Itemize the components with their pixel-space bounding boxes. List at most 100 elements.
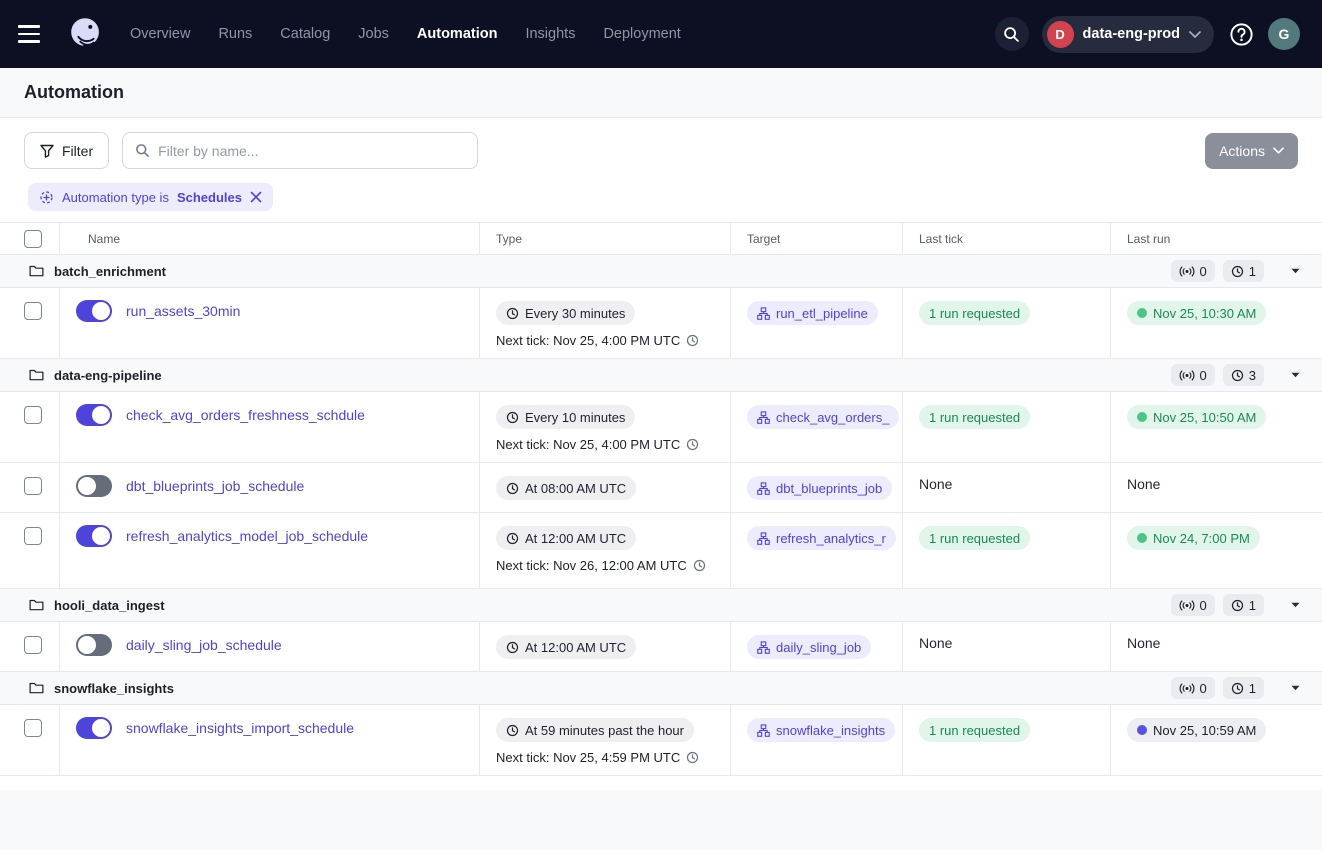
nav-item-runs[interactable]: Runs [218, 26, 252, 42]
remove-filter-button[interactable] [250, 191, 262, 203]
schedule-toggle[interactable] [76, 404, 112, 426]
nav-item-deployment[interactable]: Deployment [603, 26, 680, 42]
group-row-snowflake-insights[interactable]: snowflake_insights 0 1 [0, 672, 1322, 705]
schedule-toggle[interactable] [76, 475, 112, 497]
target-chip[interactable]: refresh_analytics_r [747, 526, 896, 550]
sensor-count-badge[interactable]: 0 [1171, 677, 1215, 699]
filter-chip-value: Schedules [177, 190, 242, 205]
hamburger-menu-icon[interactable] [18, 17, 52, 51]
next-tick-text: Next tick: Nov 25, 4:59 PM UTC [496, 750, 720, 765]
last-tick-chip[interactable]: 1 run requested [919, 301, 1030, 325]
job-graph-icon [757, 482, 770, 495]
actions-button[interactable]: Actions [1205, 133, 1298, 169]
schedule-name-link[interactable]: check_avg_orders_freshness_schdule [126, 407, 365, 423]
clock-icon [506, 724, 519, 737]
schedule-toggle[interactable] [76, 300, 112, 322]
last-tick-chip[interactable]: 1 run requested [919, 526, 1030, 550]
schedule-toggle[interactable] [76, 634, 112, 656]
sensor-count-badge[interactable]: 0 [1171, 260, 1215, 282]
deployment-name: data-eng-prod [1083, 26, 1180, 42]
page-footer-area [0, 790, 1322, 850]
top-nav: Overview Runs Catalog Jobs Automation In… [0, 0, 1322, 68]
name-filter-box [122, 132, 478, 169]
nav-item-jobs[interactable]: Jobs [358, 26, 389, 42]
row-checkbox[interactable] [24, 636, 42, 654]
group-row-batch-enrichment[interactable]: batch_enrichment 0 1 [0, 255, 1322, 288]
schedule-interval-chip: At 08:00 AM UTC [496, 476, 636, 500]
column-header-last-run: Last run [1111, 223, 1322, 254]
nav-item-overview[interactable]: Overview [130, 26, 190, 42]
schedule-count-badge[interactable]: 3 [1223, 364, 1264, 386]
group-collapse-button[interactable] [1284, 602, 1306, 608]
sensor-count-badge[interactable]: 0 [1171, 364, 1215, 386]
row-checkbox[interactable] [24, 302, 42, 320]
schedule-name-link[interactable]: run_assets_30min [126, 303, 240, 319]
global-search-button[interactable] [995, 17, 1029, 51]
automation-type-icon [39, 190, 54, 205]
automation-type-filter-chip[interactable]: Automation type is Schedules [28, 183, 273, 211]
caret-down-icon [1291, 602, 1300, 608]
dagster-logo-icon[interactable] [64, 12, 108, 56]
last-run-chip[interactable]: Nov 25, 10:59 AM [1127, 718, 1266, 742]
folder-icon [29, 598, 44, 612]
row-checkbox[interactable] [24, 406, 42, 424]
row-checkbox[interactable] [24, 477, 42, 495]
schedule-count: 1 [1249, 598, 1256, 613]
select-all-checkbox[interactable] [24, 230, 42, 248]
clock-icon [1231, 682, 1244, 695]
target-chip[interactable]: dbt_blueprints_job [747, 476, 892, 500]
schedule-toggle[interactable] [76, 525, 112, 547]
clock-icon [686, 751, 699, 764]
group-row-hooli-data-ingest[interactable]: hooli_data_ingest 0 1 [0, 589, 1322, 622]
caret-down-icon [1291, 268, 1300, 274]
page-header: Automation [0, 68, 1322, 118]
sensor-count-badge[interactable]: 0 [1171, 594, 1215, 616]
last-tick-chip[interactable]: 1 run requested [919, 405, 1030, 429]
last-run-chip[interactable]: Nov 25, 10:50 AM [1127, 405, 1266, 429]
schedule-name-link[interactable]: daily_sling_job_schedule [126, 637, 282, 653]
deployment-switcher[interactable]: D data-eng-prod [1042, 16, 1214, 53]
clock-icon [693, 559, 706, 572]
group-collapse-button[interactable] [1284, 268, 1306, 274]
row-checkbox[interactable] [24, 719, 42, 737]
last-run-chip[interactable]: Nov 24, 7:00 PM [1127, 526, 1260, 550]
nav-item-catalog[interactable]: Catalog [280, 26, 330, 42]
user-avatar[interactable]: G [1268, 18, 1300, 50]
help-icon [1228, 21, 1255, 48]
column-header-target: Target [731, 223, 903, 254]
job-graph-icon [757, 724, 770, 737]
schedule-count: 3 [1249, 368, 1256, 383]
schedule-name-link[interactable]: snowflake_insights_import_schedule [126, 720, 354, 736]
group-collapse-button[interactable] [1284, 685, 1306, 691]
job-graph-icon [757, 411, 770, 424]
last-tick-chip[interactable]: 1 run requested [919, 718, 1030, 742]
schedule-name-link[interactable]: dbt_blueprints_job_schedule [126, 478, 304, 494]
next-tick-text: Next tick: Nov 25, 4:00 PM UTC [496, 333, 720, 348]
clock-icon [1231, 265, 1244, 278]
filter-button[interactable]: Filter [24, 132, 109, 169]
target-chip[interactable]: daily_sling_job [747, 635, 871, 659]
group-name: snowflake_insights [54, 681, 174, 696]
schedule-count-badge[interactable]: 1 [1223, 260, 1264, 282]
job-graph-icon [757, 641, 770, 654]
schedule-count: 1 [1249, 681, 1256, 696]
last-tick-none: None [919, 635, 952, 651]
target-chip[interactable]: check_avg_orders_ [747, 405, 899, 429]
nav-item-automation[interactable]: Automation [417, 26, 498, 42]
folder-icon [29, 264, 44, 278]
name-filter-input[interactable] [158, 143, 465, 159]
group-row-data-eng-pipeline[interactable]: data-eng-pipeline 0 3 [0, 359, 1322, 392]
group-collapse-button[interactable] [1284, 372, 1306, 378]
main-nav: Overview Runs Catalog Jobs Automation In… [130, 26, 681, 42]
nav-item-insights[interactable]: Insights [525, 26, 575, 42]
schedule-count-badge[interactable]: 1 [1223, 594, 1264, 616]
help-button[interactable] [1227, 20, 1255, 48]
run-success-dot [1137, 308, 1147, 318]
schedule-count-badge[interactable]: 1 [1223, 677, 1264, 699]
row-checkbox[interactable] [24, 527, 42, 545]
target-chip[interactable]: run_etl_pipeline [747, 301, 878, 325]
schedule-name-link[interactable]: refresh_analytics_model_job_schedule [126, 528, 368, 544]
schedule-toggle[interactable] [76, 717, 112, 739]
last-run-chip[interactable]: Nov 25, 10:30 AM [1127, 301, 1266, 325]
target-chip[interactable]: snowflake_insights [747, 718, 895, 742]
